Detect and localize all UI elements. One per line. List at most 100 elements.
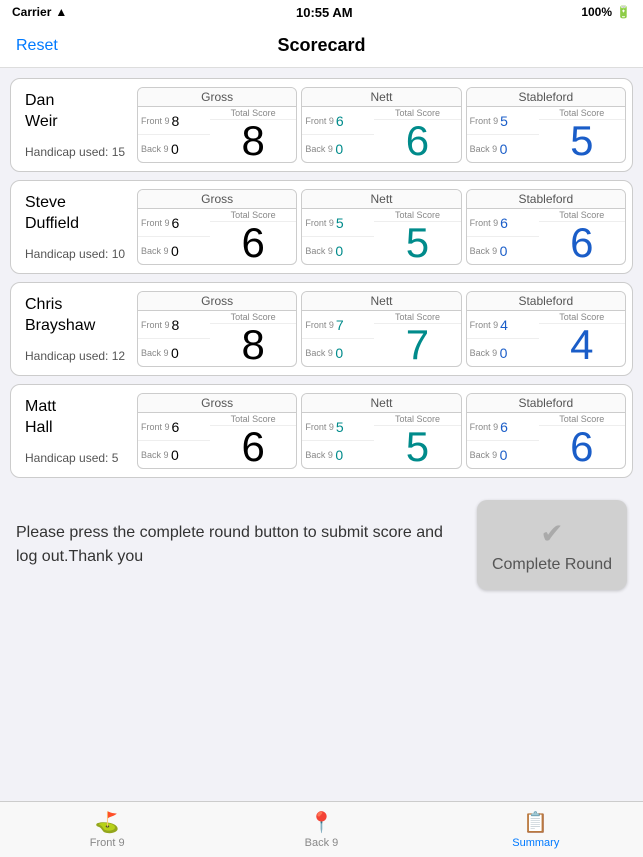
stableford-sub-scores-0: Front 9 5 Back 9 0 — [467, 107, 539, 162]
player-handicap-0: Handicap used: 15 — [25, 141, 129, 159]
nett-body-0: Front 9 6 Back 9 0 Total Score 6 — [302, 107, 460, 162]
gross-front9-val-2: 8 — [172, 317, 180, 333]
nett-back9-label-3: Back 9 — [305, 450, 333, 460]
nett-sub-scores-3: Front 9 5 Back 9 0 — [302, 413, 374, 468]
gross-front9-label-1: Front 9 — [141, 218, 170, 228]
stableford-header-2: Stableford — [467, 292, 625, 311]
status-left: Carrier ▲ — [12, 5, 67, 19]
stableford-front9-row-2: Front 9 4 — [467, 311, 539, 339]
player-info-0: DanWeir Handicap used: 15 — [17, 87, 137, 163]
nett-front9-val-2: 7 — [336, 317, 344, 333]
stableford-body-3: Front 9 6 Back 9 0 Total Score 6 — [467, 413, 625, 468]
gross-total-val-3: 6 — [241, 426, 264, 468]
gross-front9-val-1: 6 — [172, 215, 180, 231]
gross-back9-row-1: Back 9 0 — [138, 237, 210, 264]
gross-body-3: Front 9 6 Back 9 0 Total Score 6 — [138, 413, 296, 468]
gross-front9-row-2: Front 9 8 — [138, 311, 210, 339]
nett-back9-row-3: Back 9 0 — [302, 441, 374, 468]
tab-summary[interactable]: 📋 Summary — [429, 802, 643, 857]
gross-front9-label-0: Front 9 — [141, 116, 170, 126]
nett-back9-row-1: Back 9 0 — [302, 237, 374, 264]
nett-front9-label-2: Front 9 — [305, 320, 334, 330]
gross-header-1: Gross — [138, 190, 296, 209]
gross-body-2: Front 9 8 Back 9 0 Total Score 8 — [138, 311, 296, 366]
stableford-front9-label-1: Front 9 — [470, 218, 499, 228]
stableford-section-3: Stableford Front 9 6 Back 9 0 Total Sc — [466, 393, 626, 469]
wifi-icon: ▲ — [55, 5, 67, 19]
player-card-3: MattHall Handicap used: 5 Gross Front 9 … — [10, 384, 633, 478]
nett-total-1: Total Score 5 — [374, 209, 460, 264]
gross-header-3: Gross — [138, 394, 296, 413]
nett-total-val-2: 7 — [406, 324, 429, 366]
gross-back9-label-0: Back 9 — [141, 144, 169, 154]
player-name-1: SteveDuffield — [25, 193, 129, 235]
gross-back9-label-1: Back 9 — [141, 246, 169, 256]
stableford-total-val-3: 6 — [570, 426, 593, 468]
player-info-1: SteveDuffield Handicap used: 10 — [17, 189, 137, 265]
gross-section-0: Gross Front 9 8 Back 9 0 Total Score — [137, 87, 297, 163]
stableford-sub-scores-1: Front 9 6 Back 9 0 — [467, 209, 539, 264]
stableford-total-1: Total Score 6 — [539, 209, 625, 264]
player-handicap-1: Handicap used: 10 — [25, 243, 129, 261]
tab-label-summary: Summary — [512, 837, 559, 849]
nett-header-1: Nett — [302, 190, 460, 209]
complete-round-button[interactable]: ✔ Complete Round — [477, 500, 627, 590]
complete-round-label: Complete Round — [492, 556, 612, 574]
score-sections-3: Gross Front 9 6 Back 9 0 Total Score — [137, 393, 626, 469]
stableford-back9-label-3: Back 9 — [470, 450, 498, 460]
stableford-front9-row-1: Front 9 6 — [467, 209, 539, 237]
stableford-back9-row-3: Back 9 0 — [467, 441, 539, 468]
nett-section-2: Nett Front 9 7 Back 9 0 Total Score — [301, 291, 461, 367]
gross-back9-val-3: 0 — [171, 447, 179, 463]
stableford-front9-val-3: 6 — [500, 419, 508, 435]
gross-back9-row-2: Back 9 0 — [138, 339, 210, 366]
nett-body-1: Front 9 5 Back 9 0 Total Score 5 — [302, 209, 460, 264]
nett-total-val-0: 6 — [406, 120, 429, 162]
player-name-line: Matt — [25, 398, 56, 415]
player-name-line: Weir — [25, 113, 58, 130]
stableford-section-1: Stableford Front 9 6 Back 9 0 Total Sc — [466, 189, 626, 265]
reset-button[interactable]: Reset — [16, 37, 58, 55]
gross-back9-label-2: Back 9 — [141, 348, 169, 358]
score-sections-2: Gross Front 9 8 Back 9 0 Total Score — [137, 291, 626, 367]
nett-back9-label-0: Back 9 — [305, 144, 333, 154]
gross-back9-val-0: 0 — [171, 141, 179, 157]
nett-front9-row-3: Front 9 5 — [302, 413, 374, 441]
tab-front9[interactable]: ⛳ Front 9 — [0, 802, 214, 857]
stableford-header-1: Stableford — [467, 190, 625, 209]
gross-section-3: Gross Front 9 6 Back 9 0 Total Score — [137, 393, 297, 469]
player-name-line: Hall — [25, 419, 53, 436]
gross-total-2: Total Score 8 — [210, 311, 296, 366]
nett-total-0: Total Score 6 — [374, 107, 460, 162]
gross-section-2: Gross Front 9 8 Back 9 0 Total Score — [137, 291, 297, 367]
stableford-total-3: Total Score 6 — [539, 413, 625, 468]
stableford-back9-label-0: Back 9 — [470, 144, 498, 154]
checkmark-icon: ✔ — [540, 517, 563, 550]
player-name-line: Brayshaw — [25, 317, 95, 334]
nett-back9-val-3: 0 — [335, 447, 343, 463]
gross-front9-label-2: Front 9 — [141, 320, 170, 330]
stableford-front9-row-0: Front 9 5 — [467, 107, 539, 135]
stableford-back9-val-2: 0 — [500, 345, 508, 361]
stableford-back9-val-3: 0 — [500, 447, 508, 463]
gross-back9-label-3: Back 9 — [141, 450, 169, 460]
nett-section-1: Nett Front 9 5 Back 9 0 Total Score — [301, 189, 461, 265]
gross-sub-scores-2: Front 9 8 Back 9 0 — [138, 311, 210, 366]
bottom-text: Please press the complete round button t… — [16, 521, 461, 569]
nett-back9-val-2: 0 — [335, 345, 343, 361]
player-card-0: DanWeir Handicap used: 15 Gross Front 9 … — [10, 78, 633, 172]
player-info-3: MattHall Handicap used: 5 — [17, 393, 137, 469]
nett-back9-label-2: Back 9 — [305, 348, 333, 358]
nett-header-0: Nett — [302, 88, 460, 107]
player-name-3: Matt Hall — [25, 397, 129, 439]
gross-sub-scores-0: Front 9 8 Back 9 0 — [138, 107, 210, 162]
gross-back9-val-2: 0 — [171, 345, 179, 361]
nett-front9-row-2: Front 9 7 — [302, 311, 374, 339]
gross-sub-scores-1: Front 9 6 Back 9 0 — [138, 209, 210, 264]
gross-back9-row-3: Back 9 0 — [138, 441, 210, 468]
nett-sub-scores-2: Front 9 7 Back 9 0 — [302, 311, 374, 366]
nett-total-val-3: 5 — [406, 426, 429, 468]
tab-back9[interactable]: 📍 Back 9 — [214, 802, 428, 857]
tab-label-front9: Front 9 — [90, 837, 125, 849]
scorecard-area: DanWeir Handicap used: 15 Gross Front 9 … — [0, 68, 643, 488]
